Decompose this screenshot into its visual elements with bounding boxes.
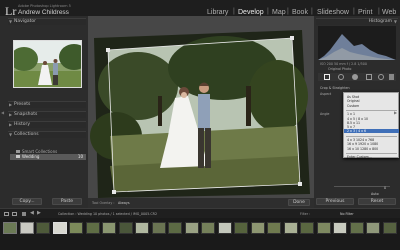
copy-button[interactable]: Copy...	[12, 198, 42, 205]
aspect-dropdown-menu[interactable]: As Shot Original Custom 1 x 14 x 5 / 8 x 10…	[343, 92, 399, 159]
monitor-1-icon[interactable]	[4, 212, 9, 216]
filmstrip-thumbnail[interactable]	[250, 222, 265, 234]
aspect-menu-item[interactable]: Enter Custom...	[344, 155, 399, 159]
red-eye-icon[interactable]	[352, 74, 358, 80]
filmstrip-thumbnail[interactable]	[382, 222, 397, 234]
angle-value: 0	[384, 186, 387, 190]
filmstrip-thumbnail[interactable]	[184, 222, 199, 234]
menu-separator	[346, 109, 397, 111]
filter-select[interactable]: No Filter	[340, 212, 354, 217]
filmstrip-thumbnail[interactable]	[3, 222, 17, 234]
histogram-graph	[318, 34, 396, 60]
collection-count: 10	[77, 154, 83, 159]
monitor-2-icon[interactable]	[12, 212, 17, 216]
spot-removal-icon[interactable]	[338, 74, 344, 80]
tool-overlay-select[interactable]: Always	[118, 201, 130, 206]
filmstrip-bar: ◀ ▶ Collection : Wedding 10 photos / 1 s…	[0, 208, 400, 218]
crop-tool-icon[interactable]	[324, 74, 330, 80]
expand-triangle-icon: ▶	[9, 112, 13, 117]
collapse-triangle-icon: ▼	[9, 132, 13, 137]
filmstrip-thumbnail[interactable]	[102, 222, 116, 234]
left-panel-toggle-icon[interactable]: ◀	[1, 110, 4, 115]
aspect-menu-item[interactable]: 16 x 10 1280 x 800	[344, 147, 399, 151]
filmstrip-thumbnail[interactable]	[300, 222, 314, 234]
back-arrow-icon[interactable]: ◀	[30, 210, 34, 216]
filmstrip-thumbnail[interactable]	[85, 222, 100, 234]
filmstrip-thumbnail[interactable]	[333, 222, 347, 234]
histogram[interactable]	[318, 26, 396, 60]
filmstrip-thumbnail[interactable]	[349, 222, 364, 234]
toolbar: Tool Overlay : Always Done	[88, 198, 314, 208]
right-panel-toggle-icon[interactable]: ▶	[394, 110, 397, 115]
radial-filter-icon[interactable]	[378, 74, 384, 80]
menu-separator	[346, 135, 397, 137]
history-header[interactable]: ▶ History	[8, 121, 86, 128]
filmstrip-thumbnail[interactable]	[118, 222, 133, 234]
collapse-triangle-icon: ▼	[9, 19, 13, 24]
navigator-thumbnail	[14, 41, 81, 87]
done-button[interactable]: Done	[288, 199, 310, 206]
histogram-header[interactable]: Histogram ▼	[316, 18, 398, 25]
filmstrip-thumbnail[interactable]	[135, 222, 149, 234]
tool-strip	[318, 73, 396, 81]
filmstrip-thumbnail[interactable]	[19, 222, 34, 234]
graduated-filter-icon[interactable]	[366, 74, 372, 80]
filmstrip-thumbnail[interactable]	[366, 222, 380, 234]
adjustment-brush-icon[interactable]	[389, 74, 394, 80]
previous-button[interactable]: Previous	[316, 198, 354, 205]
filmstrip-thumbnail[interactable]	[267, 222, 281, 234]
module-separator: |	[378, 8, 380, 15]
filmstrip-thumbnail[interactable]	[36, 222, 50, 234]
filmstrip-thumbnail[interactable]	[283, 222, 298, 234]
aspect-label: Aspect	[320, 92, 332, 96]
module-separator: |	[287, 8, 289, 15]
module-separator: |	[311, 8, 313, 15]
angle-slider[interactable]	[334, 186, 390, 187]
snapshots-header[interactable]: ▶ Snapshots	[8, 111, 86, 118]
filmstrip-thumbnail[interactable]	[151, 222, 166, 234]
aspect-menu-item[interactable]: 2 x 3 / 4 x 6	[344, 129, 399, 134]
navigator-preview[interactable]	[13, 40, 82, 88]
grid-view-icon[interactable]	[22, 212, 26, 216]
original-photo-label: Original Photo	[328, 67, 352, 71]
collapse-triangle-icon: ▼	[393, 19, 397, 24]
aspect-menu-item[interactable]: Custom	[344, 104, 399, 108]
collections-header[interactable]: ▼ Collections	[8, 131, 86, 138]
expand-triangle-icon: ▶	[9, 102, 13, 107]
left-panel: ▼ Navigator ▶ Presets ▶ Snapshots ▶ Hist…	[0, 16, 88, 208]
filmstrip-thumbnail[interactable]	[234, 222, 248, 234]
paste-button[interactable]: Paste	[52, 198, 82, 205]
presets-header[interactable]: ▶ Presets	[8, 101, 86, 108]
crop-tool-title: Crop & Straighten	[320, 86, 350, 90]
angle-label: Angle	[320, 112, 330, 116]
filmstrip	[0, 218, 400, 250]
filmstrip-thumbnail[interactable]	[217, 222, 232, 234]
expand-triangle-icon: ▶	[9, 122, 13, 127]
filter-label: Filter :	[300, 212, 311, 216]
menu-separator	[346, 152, 397, 154]
module-separator: |	[353, 8, 355, 15]
collection-item-wedding[interactable]: Wedding 10	[10, 154, 86, 160]
tool-overlay-label: Tool Overlay :	[92, 201, 115, 205]
reset-button[interactable]: Reset	[358, 198, 396, 205]
image-canvas[interactable]	[88, 16, 314, 198]
forward-arrow-icon[interactable]: ▶	[37, 210, 41, 216]
module-separator: |	[267, 8, 269, 15]
filmstrip-thumbnail[interactable]	[69, 222, 83, 234]
collection-icon	[16, 155, 20, 158]
module-separator: |	[233, 8, 235, 15]
navigator-header[interactable]: ▼ Navigator	[8, 18, 86, 25]
filmstrip-thumbnail[interactable]	[201, 222, 215, 234]
auto-button[interactable]: Auto	[371, 192, 379, 197]
folder-icon	[16, 150, 20, 153]
filmstrip-source-info[interactable]: Collection : Wedding 10 photos / 1 selec…	[58, 212, 157, 217]
filmstrip-thumbnail[interactable]	[168, 222, 182, 234]
photo-preview	[90, 30, 310, 198]
filmstrip-thumbnail[interactable]	[316, 222, 331, 234]
filmstrip-thumbnail[interactable]	[52, 222, 67, 234]
